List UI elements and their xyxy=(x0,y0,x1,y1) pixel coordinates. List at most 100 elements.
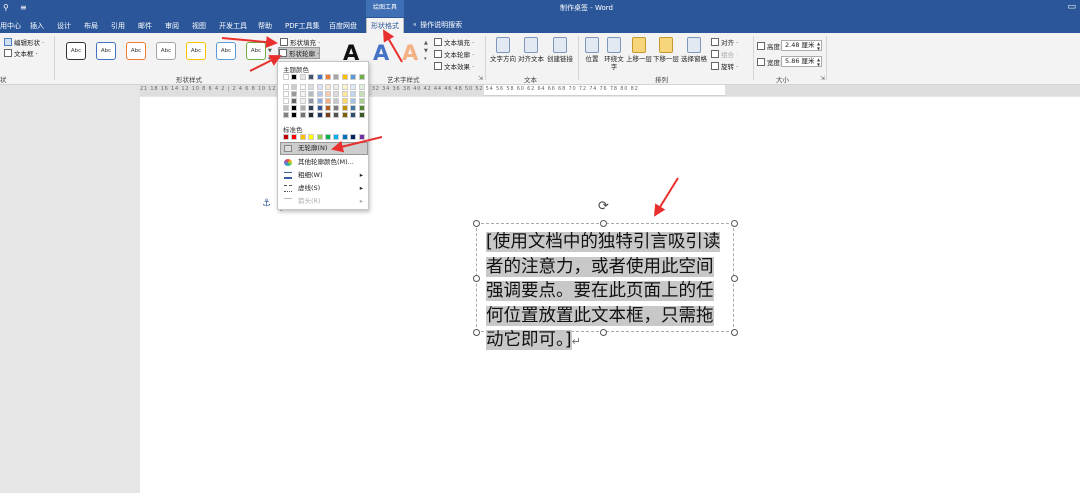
tab-references[interactable]: 引用 xyxy=(111,21,125,31)
theme-color-swatch[interactable] xyxy=(358,84,365,90)
theme-color-swatch[interactable] xyxy=(333,84,340,90)
shape-style-4[interactable]: Abc xyxy=(156,42,176,60)
theme-color-swatch[interactable] xyxy=(299,98,306,104)
theme-color-swatch[interactable] xyxy=(350,84,357,90)
align-button[interactable]: 对齐 · xyxy=(711,37,738,47)
tab-shape-format[interactable]: 形状格式 xyxy=(366,18,404,33)
standard-color-swatch[interactable] xyxy=(299,134,306,140)
text-outline-button[interactable]: 文本轮廓 · xyxy=(434,49,474,59)
theme-color-swatch[interactable] xyxy=(283,112,289,118)
theme-color-swatch[interactable] xyxy=(350,105,357,111)
theme-color-swatch[interactable] xyxy=(283,74,289,80)
theme-color-swatch[interactable] xyxy=(325,98,331,104)
theme-color-swatch[interactable] xyxy=(358,91,365,97)
theme-color-swatch[interactable] xyxy=(350,98,357,104)
resize-handle-left[interactable] xyxy=(473,275,480,282)
rotate-handle-icon[interactable]: ⟳ xyxy=(598,199,609,214)
tab-help[interactable]: 帮助 xyxy=(258,21,272,31)
bring-forward-button[interactable]: 上移一层 xyxy=(626,37,652,63)
align-text-button[interactable]: 对齐文本 xyxy=(517,37,545,63)
theme-color-swatch[interactable] xyxy=(299,112,306,118)
shape-style-1[interactable]: Abc xyxy=(66,42,86,60)
rotate-button[interactable]: 旋转 · xyxy=(711,61,738,71)
theme-color-swatch[interactable] xyxy=(341,91,348,97)
resize-handle-bottom-right[interactable] xyxy=(731,329,738,336)
tab-app-center[interactable]: 用中心 xyxy=(0,21,21,31)
create-link-button[interactable]: 创建链接 xyxy=(546,37,574,63)
theme-color-swatch[interactable] xyxy=(350,74,357,80)
theme-color-swatch[interactable] xyxy=(316,112,323,118)
theme-color-swatch[interactable] xyxy=(291,74,298,80)
wordart-style-2[interactable]: A xyxy=(373,41,389,65)
wordart-style-3[interactable]: A xyxy=(402,41,418,65)
theme-color-swatch[interactable] xyxy=(325,84,331,90)
theme-color-swatch[interactable] xyxy=(283,105,289,111)
theme-color-swatch[interactable] xyxy=(350,91,357,97)
theme-color-swatch[interactable] xyxy=(308,105,315,111)
tab-insert[interactable]: 插入 xyxy=(30,21,44,31)
theme-color-swatch[interactable] xyxy=(308,112,315,118)
gallery-scroll-arrows[interactable]: ▲ ▼ ▾ xyxy=(268,39,272,63)
theme-color-swatch[interactable] xyxy=(341,74,348,80)
no-outline-item[interactable]: 无轮廓(N) xyxy=(280,142,368,155)
resize-handle-top[interactable] xyxy=(600,220,607,227)
tab-review[interactable]: 审阅 xyxy=(165,21,179,31)
theme-color-swatch[interactable] xyxy=(358,98,365,104)
theme-color-swatch[interactable] xyxy=(333,91,340,97)
standard-color-swatch[interactable] xyxy=(350,134,357,140)
width-input[interactable]: 5.86 厘米 xyxy=(781,56,822,67)
standard-color-swatch[interactable] xyxy=(341,134,348,140)
theme-color-swatch[interactable] xyxy=(333,112,340,118)
wordart-gallery-arrows[interactable]: ▲ ▼ ▾ xyxy=(424,39,428,63)
tab-pdf-tools[interactable]: PDF工具集 xyxy=(285,21,320,31)
theme-color-swatch[interactable] xyxy=(325,74,331,80)
resize-handle-bottom[interactable] xyxy=(600,329,607,336)
tab-baidu-netdisk[interactable]: 百度网盘 xyxy=(329,21,357,31)
resize-handle-bottom-left[interactable] xyxy=(473,329,480,336)
text-direction-button[interactable]: 文字方向 xyxy=(490,37,516,63)
tab-design[interactable]: 设计 xyxy=(57,21,71,31)
theme-color-swatch[interactable] xyxy=(291,84,298,90)
theme-color-swatch[interactable] xyxy=(358,74,365,80)
tab-layout[interactable]: 布局 xyxy=(84,21,98,31)
theme-color-swatch[interactable] xyxy=(299,84,306,90)
edit-shape-button[interactable]: 编辑形状 · xyxy=(4,37,44,47)
theme-color-swatch[interactable] xyxy=(283,98,289,104)
theme-color-swatch[interactable] xyxy=(308,74,315,80)
standard-color-swatch[interactable] xyxy=(325,134,331,140)
resize-handle-top-left[interactable] xyxy=(473,220,480,227)
theme-color-swatch[interactable] xyxy=(283,91,289,97)
text-box[interactable]: [使用文档中的独特引言吸引读者的注意力，或者使用此空间强调要点。要在此页面上的任… xyxy=(476,223,734,350)
size-dialog-launcher[interactable]: ⇲ xyxy=(820,75,825,82)
text-box-content[interactable]: [使用文档中的独特引言吸引读者的注意力，或者使用此空间强调要点。要在此页面上的任… xyxy=(486,230,726,355)
dashes-item[interactable]: 虚线(S) ▸ xyxy=(281,183,367,194)
text-box-button[interactable]: 文本框 · xyxy=(4,48,38,58)
theme-color-swatch[interactable] xyxy=(350,112,357,118)
theme-color-swatch[interactable] xyxy=(299,74,306,80)
search-icon[interactable]: ⚲ xyxy=(3,3,9,12)
tab-view[interactable]: 视图 xyxy=(192,21,206,31)
theme-color-swatch[interactable] xyxy=(308,98,315,104)
theme-color-swatch[interactable] xyxy=(299,105,306,111)
shape-style-5[interactable]: Abc xyxy=(186,42,206,60)
shape-outline-button[interactable]: 形状轮廓 · xyxy=(277,47,321,59)
theme-color-swatch[interactable] xyxy=(325,91,331,97)
standard-color-swatch[interactable] xyxy=(291,134,298,140)
wrap-text-button[interactable]: 环绕文字 xyxy=(602,37,626,71)
standard-color-swatch[interactable] xyxy=(358,134,365,140)
resize-handle-right[interactable] xyxy=(731,275,738,282)
theme-color-swatch[interactable] xyxy=(341,112,348,118)
shape-style-7[interactable]: Abc xyxy=(246,42,266,60)
theme-color-swatch[interactable] xyxy=(316,74,323,80)
theme-color-swatch[interactable] xyxy=(291,105,298,111)
theme-color-swatch[interactable] xyxy=(291,112,298,118)
theme-color-swatch[interactable] xyxy=(333,98,340,104)
standard-color-swatch[interactable] xyxy=(333,134,340,140)
width-spinner[interactable]: ▲ ▼ xyxy=(817,57,820,67)
theme-color-swatch[interactable] xyxy=(308,84,315,90)
theme-color-swatch[interactable] xyxy=(358,105,365,111)
theme-color-swatch[interactable] xyxy=(316,98,323,104)
tab-mailings[interactable]: 邮件 xyxy=(138,21,152,31)
theme-color-swatch[interactable] xyxy=(333,74,340,80)
restore-window-icon[interactable]: ▭ xyxy=(1067,2,1076,12)
